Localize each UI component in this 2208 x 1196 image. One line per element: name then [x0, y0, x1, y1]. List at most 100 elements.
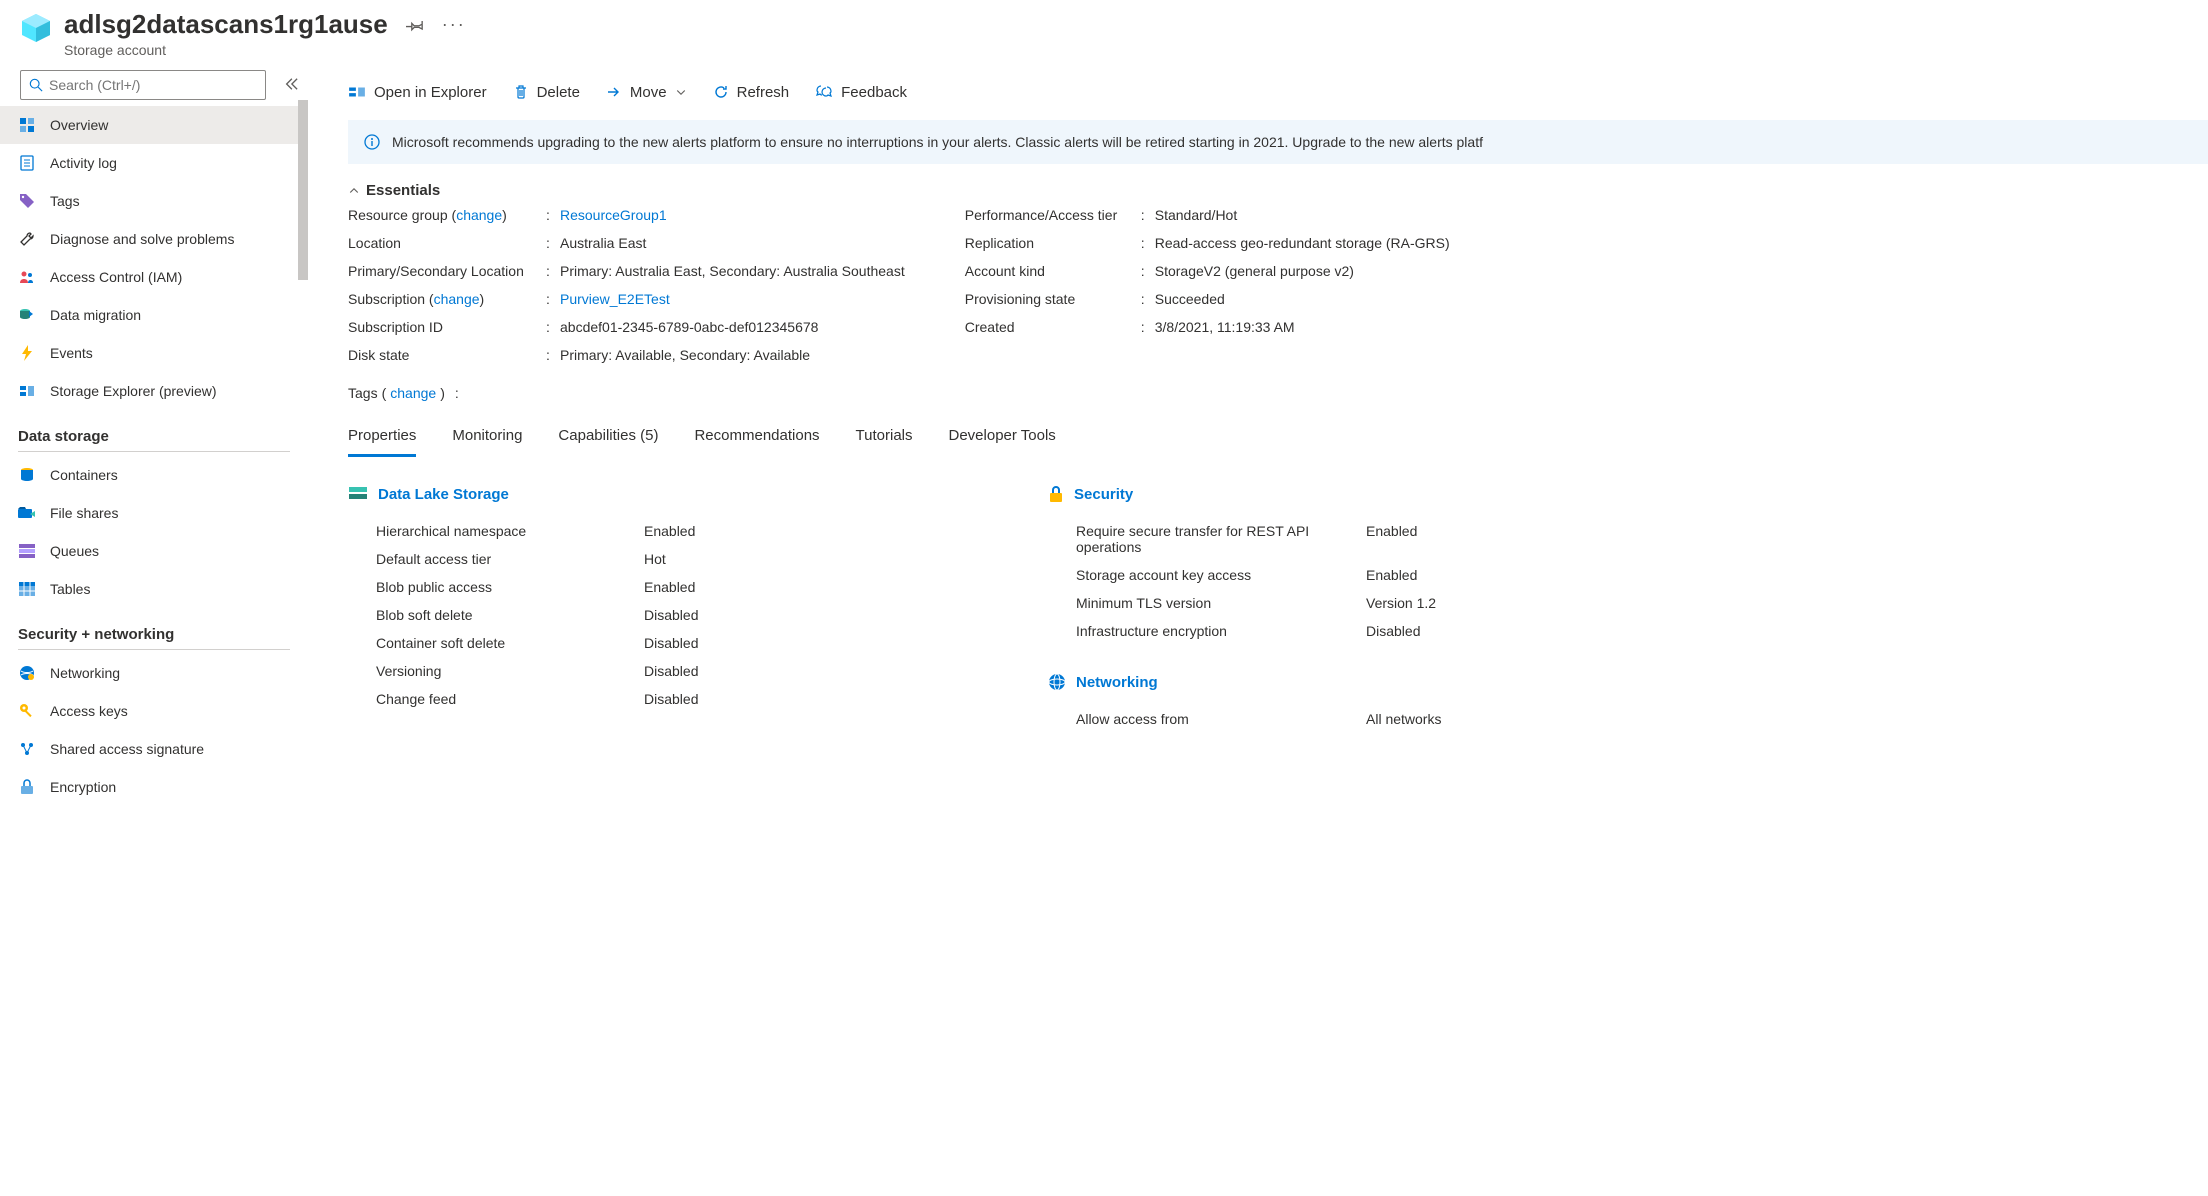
prop-value[interactable]: Enabled	[1366, 523, 1417, 555]
ess-resource-group-label: Resource group (change)	[348, 207, 546, 223]
prop-value[interactable]: Disabled	[644, 635, 698, 651]
sidebar-item-label: Networking	[50, 665, 120, 681]
scrollbar[interactable]	[298, 100, 308, 1196]
sidebar-item-label: Encryption	[50, 779, 116, 795]
sidebar-item-label: Events	[50, 345, 93, 361]
collapse-sidebar-icon[interactable]	[284, 77, 298, 94]
explorer-icon	[18, 383, 36, 399]
search-input[interactable]	[49, 77, 257, 93]
prop-row: Allow access fromAll networks	[1048, 705, 1568, 733]
sidebar-item-queues[interactable]: Queues	[0, 532, 308, 570]
sidebar-item-file-shares[interactable]: File shares	[0, 494, 308, 532]
prop-value[interactable]: Enabled	[644, 579, 695, 595]
sidebar-item-data-migration[interactable]: Data migration	[0, 296, 308, 334]
sidebar-item-access-control-iam-[interactable]: Access Control (IAM)	[0, 258, 308, 296]
people-icon	[18, 269, 36, 285]
move-button[interactable]: Move	[606, 84, 687, 101]
search-input-wrapper[interactable]	[20, 70, 266, 100]
change-resource-group-link[interactable]: change	[456, 207, 502, 223]
prop-value[interactable]: Disabled	[1366, 623, 1420, 639]
ess-resource-group-value[interactable]: ResourceGroup1	[560, 207, 667, 223]
ess-subscription-value[interactable]: Purview_E2ETest	[560, 291, 670, 307]
sidebar-group-security: Security + networking	[0, 608, 308, 649]
grid-icon	[18, 117, 36, 133]
info-icon	[364, 134, 380, 150]
toolbar: Open in Explorer Delete Move Refresh	[348, 62, 2208, 114]
sidebar-item-activity-log[interactable]: Activity log	[0, 144, 308, 182]
sidebar-group-data-storage: Data storage	[0, 410, 308, 451]
tabs: Properties Monitoring Capabilities (5) R…	[348, 419, 2208, 457]
tab-recommendations[interactable]: Recommendations	[694, 419, 819, 457]
prop-value[interactable]: Version 1.2	[1366, 595, 1436, 611]
page-title: adlsg2datascans1rg1ause	[64, 8, 388, 40]
sidebar-item-containers[interactable]: Containers	[0, 456, 308, 494]
fileshare-icon	[18, 506, 36, 520]
prop-value[interactable]: All networks	[1366, 711, 1441, 727]
feedback-button[interactable]: Feedback	[815, 84, 907, 101]
prop-value[interactable]: Enabled	[1366, 567, 1417, 583]
db-arrow-icon	[18, 307, 36, 323]
tags-row: Tags (change) :	[348, 385, 2208, 401]
change-tags-link[interactable]: change	[390, 385, 436, 401]
container-icon	[18, 467, 36, 483]
delete-button[interactable]: Delete	[513, 84, 580, 101]
prop-value[interactable]: Hot	[644, 551, 666, 567]
search-icon	[29, 78, 43, 92]
sidebar-item-shared-access-signature[interactable]: Shared access signature	[0, 730, 308, 768]
sidebar-item-diagnose-and-solve-problems[interactable]: Diagnose and solve problems	[0, 220, 308, 258]
section-security[interactable]: Security	[1048, 485, 1568, 503]
sidebar-item-storage-explorer-preview-[interactable]: Storage Explorer (preview)	[0, 372, 308, 410]
tab-tutorials[interactable]: Tutorials	[856, 419, 913, 457]
sidebar-item-label: Activity log	[50, 155, 117, 171]
sidebar-item-events[interactable]: Events	[0, 334, 308, 372]
section-networking[interactable]: Networking	[1048, 673, 1568, 691]
sig-icon	[18, 741, 36, 757]
sidebar-item-label: Storage Explorer (preview)	[50, 383, 217, 399]
sidebar-item-label: Access Control (IAM)	[50, 269, 182, 285]
prop-row: Require secure transfer for REST API ope…	[1048, 517, 1568, 561]
globe-icon	[18, 665, 36, 681]
wrench-icon	[18, 231, 36, 247]
tab-properties[interactable]: Properties	[348, 419, 416, 457]
sidebar: Overview Activity log Tags Diagnose and sol…	[0, 62, 308, 1196]
prop-value[interactable]: Disabled	[644, 663, 698, 679]
prop-row: Hierarchical namespaceEnabled	[348, 517, 968, 545]
section-data-lake-storage[interactable]: Data Lake Storage	[348, 485, 968, 503]
prop-value[interactable]: Disabled	[644, 607, 698, 623]
queue-icon	[18, 544, 36, 558]
tab-developer-tools[interactable]: Developer Tools	[949, 419, 1056, 457]
prop-row: Container soft deleteDisabled	[348, 629, 968, 657]
sidebar-item-overview[interactable]: Overview	[0, 106, 308, 144]
chevron-up-icon	[348, 185, 360, 197]
log-icon	[18, 155, 36, 171]
sidebar-item-encryption[interactable]: Encryption	[0, 768, 308, 806]
sidebar-item-label: Overview	[50, 117, 108, 133]
prop-value[interactable]: Disabled	[644, 691, 698, 707]
prop-value: Enabled	[644, 523, 695, 539]
tab-monitoring[interactable]: Monitoring	[452, 419, 522, 457]
change-subscription-link[interactable]: change	[434, 291, 480, 307]
open-explorer-button[interactable]: Open in Explorer	[348, 83, 487, 101]
sidebar-item-label: Tables	[50, 581, 90, 597]
sidebar-item-tables[interactable]: Tables	[0, 570, 308, 608]
table-icon	[18, 582, 36, 596]
key-icon	[18, 703, 36, 719]
bolt-icon	[18, 345, 36, 361]
sidebar-item-label: Containers	[50, 467, 118, 483]
info-banner: Microsoft recommends upgrading to the ne…	[348, 120, 2208, 164]
ess-subscription-label: Subscription (change)	[348, 291, 546, 307]
sidebar-item-tags[interactable]: Tags	[0, 182, 308, 220]
tab-capabilities[interactable]: Capabilities (5)	[558, 419, 658, 457]
sidebar-item-label: Diagnose and solve problems	[50, 231, 234, 247]
prop-row: Blob soft deleteDisabled	[348, 601, 968, 629]
prop-row: Infrastructure encryptionDisabled	[1048, 617, 1568, 645]
essentials-toggle[interactable]: Essentials	[348, 182, 2208, 199]
prop-row: Blob public accessEnabled	[348, 573, 968, 601]
sidebar-item-label: Data migration	[50, 307, 141, 323]
pin-icon[interactable]	[406, 16, 424, 34]
sidebar-item-access-keys[interactable]: Access keys	[0, 692, 308, 730]
prop-row: VersioningDisabled	[348, 657, 968, 685]
sidebar-item-networking[interactable]: Networking	[0, 654, 308, 692]
more-icon[interactable]: ···	[442, 14, 466, 35]
refresh-button[interactable]: Refresh	[713, 84, 790, 101]
